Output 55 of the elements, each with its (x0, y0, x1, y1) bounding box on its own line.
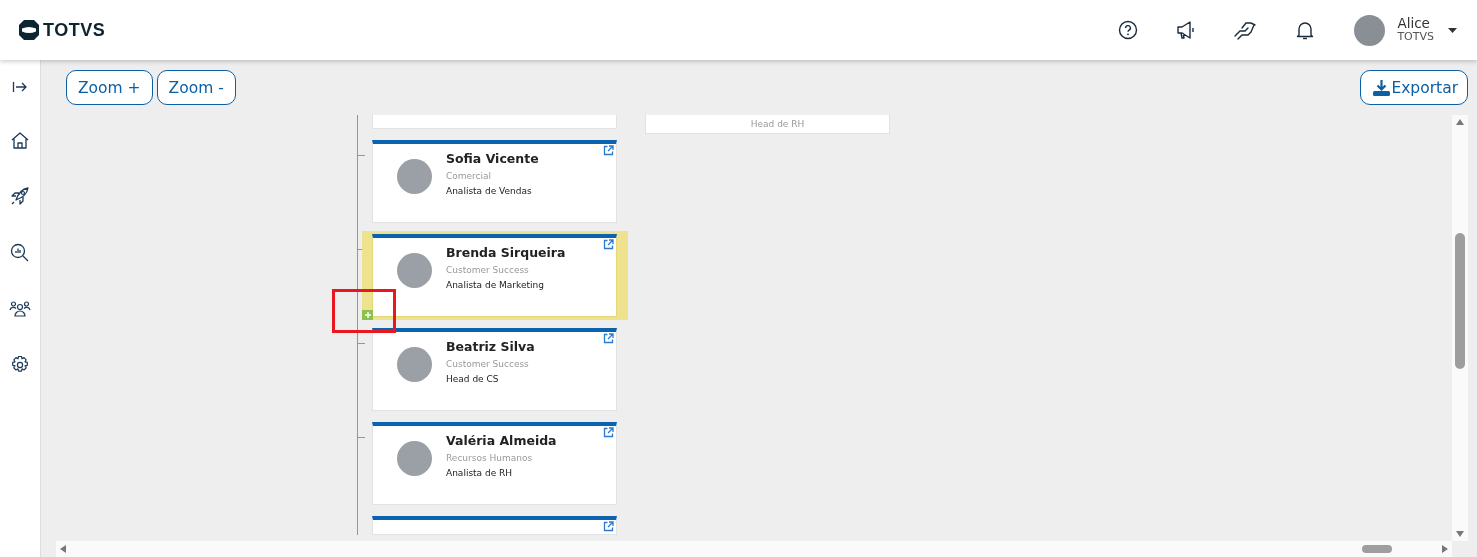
expand-icon[interactable] (12, 80, 28, 94)
logo-text: TOTVS (43, 19, 106, 41)
photo-placeholder (397, 440, 432, 476)
zoom-button[interactable]: Zoom + (66, 70, 153, 105)
employee-card[interactable] (372, 515, 617, 535)
scroll-left-icon[interactable] (60, 545, 66, 553)
settings-icon[interactable] (10, 355, 30, 375)
employee-name: Beatriz Silva (446, 338, 535, 354)
analytics-search-icon[interactable] (10, 243, 30, 263)
highlight-frame (332, 289, 396, 333)
department-text: Customer Success (446, 358, 530, 369)
employee-card[interactable]: Sofia Vicente Comercial Analista de Vendas (372, 139, 617, 223)
vertical-scrollbar[interactable] (1452, 115, 1468, 541)
zoom-button[interactable]: Zoom - (156, 70, 236, 105)
notification-icon[interactable] (1296, 20, 1315, 40)
scroll-down-icon[interactable] (1456, 531, 1464, 537)
role-text: Head de CS (446, 373, 500, 384)
megaphone-icon[interactable] (1176, 20, 1197, 40)
employee-name: Sofia Vicente (446, 150, 539, 166)
department-text: Customer Success (446, 264, 530, 275)
logo-icon (18, 19, 40, 41)
photo-placeholder (397, 158, 432, 194)
scrollbar-thumb[interactable] (1455, 233, 1465, 369)
user-avatar[interactable] (1354, 14, 1386, 46)
export-button[interactable]: Exportar (1360, 70, 1468, 105)
external-link-icon[interactable] (603, 520, 614, 532)
caret-icon[interactable] (1448, 27, 1457, 33)
role-text: Analista de RH (446, 467, 514, 478)
role-text: Analista de Vendas (446, 185, 533, 196)
photo-placeholder (397, 346, 432, 382)
scroll-up-icon[interactable] (1456, 119, 1464, 125)
download-icon (1373, 79, 1391, 96)
employee-card[interactable]: Brenda Sirqueira Customer Success Analista de Marketing (372, 233, 617, 317)
scrollbar-thumb[interactable] (1362, 545, 1392, 553)
user-name: Alice (1397, 16, 1431, 30)
employee-name: Valéria Almeida (446, 432, 557, 448)
user-company: TOTVS (1397, 30, 1434, 44)
external-link-icon[interactable] (603, 332, 614, 344)
employee-name: Brenda Sirqueira (446, 244, 566, 260)
role-text: Analista de Marketing (446, 279, 545, 290)
people-icon[interactable] (9, 300, 31, 318)
help-icon[interactable] (1118, 20, 1139, 40)
horizontal-scrollbar[interactable] (56, 541, 1452, 557)
external-link-icon[interactable] (603, 144, 614, 156)
home-icon[interactable] (10, 131, 30, 149)
scroll-right-icon[interactable] (1442, 545, 1448, 553)
photo-placeholder (397, 252, 432, 288)
employee-card[interactable]: Beatriz Silva Customer Success Head de CS (372, 327, 617, 411)
role-text: Head de RH (749, 118, 806, 130)
rocket-icon[interactable] (10, 186, 30, 206)
external-link-icon[interactable] (603, 426, 614, 438)
external-link-icon[interactable] (603, 238, 614, 250)
employee-card[interactable]: Valéria Almeida Recursos Humanos Analista de RH (372, 421, 617, 505)
department-text: Recursos Humanos (446, 452, 534, 463)
department-text: Comercial (446, 170, 493, 181)
